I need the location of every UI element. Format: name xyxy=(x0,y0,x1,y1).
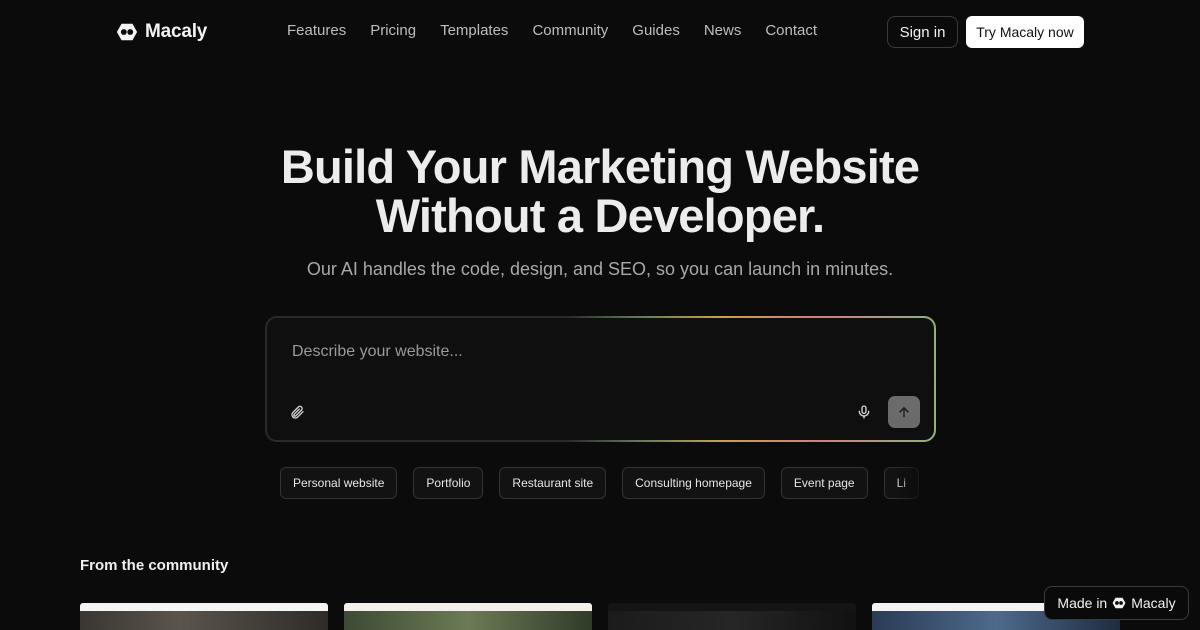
logo[interactable]: Macaly xyxy=(116,20,207,44)
chip-consulting-homepage[interactable]: Consulting homepage xyxy=(622,467,765,499)
suggestion-chips: Personal website Portfolio Restaurant si… xyxy=(280,467,928,499)
card-thumbnail-header xyxy=(80,603,328,611)
prompt-box xyxy=(265,316,936,442)
card-thumbnail-image xyxy=(608,611,856,630)
nav-link-guides[interactable]: Guides xyxy=(632,21,680,41)
chip-portfolio[interactable]: Portfolio xyxy=(413,467,484,499)
prompt-box-inner xyxy=(267,318,934,440)
chip-restaurant-site[interactable]: Restaurant site xyxy=(499,467,607,499)
chip-personal-website[interactable]: Personal website xyxy=(280,467,398,499)
chips-fade-overlay xyxy=(892,467,932,499)
community-card[interactable] xyxy=(344,603,592,630)
nav-link-contact[interactable]: Contact xyxy=(765,21,817,41)
community-card[interactable] xyxy=(608,603,856,630)
card-thumbnail-image xyxy=(344,611,592,630)
hero-title-line-1: Build Your Marketing Website xyxy=(280,140,920,193)
macaly-logo-icon xyxy=(116,23,138,41)
try-macaly-button[interactable]: Try Macaly now xyxy=(966,16,1084,48)
paperclip-icon xyxy=(291,405,304,419)
hero-subtitle: Our AI handles the code, design, and SEO… xyxy=(306,259,894,279)
microphone-button[interactable] xyxy=(854,402,874,422)
website-description-input[interactable] xyxy=(292,340,892,364)
hero-title-line-2: Without a Developer. xyxy=(375,189,825,242)
nav-link-community[interactable]: Community xyxy=(532,21,608,41)
nav-link-features[interactable]: Features xyxy=(287,21,346,41)
nav-link-pricing[interactable]: Pricing xyxy=(370,21,416,41)
page: Macaly Features Pricing Templates Commun… xyxy=(0,0,1200,630)
chip-event-page[interactable]: Event page xyxy=(780,467,868,499)
card-thumbnail-header xyxy=(608,603,856,611)
send-button[interactable] xyxy=(888,396,920,428)
badge-prefix: Made in xyxy=(1057,595,1108,611)
arrow-up-icon xyxy=(899,407,909,418)
logo-text: Macaly xyxy=(145,21,208,42)
community-cards xyxy=(80,603,1120,630)
community-card[interactable] xyxy=(80,603,328,630)
card-thumbnail-image xyxy=(80,611,328,630)
top-nav: Macaly Features Pricing Templates Commun… xyxy=(0,0,1200,64)
macaly-logo-icon xyxy=(1112,597,1126,609)
badge-brand: Macaly xyxy=(1131,595,1176,611)
card-thumbnail-header xyxy=(344,603,592,611)
nav-link-news[interactable]: News xyxy=(704,21,742,41)
nav-link-templates[interactable]: Templates xyxy=(440,21,508,41)
microphone-icon xyxy=(858,405,870,419)
sign-in-button[interactable]: Sign in xyxy=(887,16,958,48)
made-in-macaly-badge[interactable]: Made in Macaly xyxy=(1044,586,1189,620)
attach-button[interactable] xyxy=(287,402,307,422)
community-section-title: From the community xyxy=(80,557,229,574)
nav-links: Features Pricing Templates Community Gui… xyxy=(287,21,817,41)
hero-title: Build Your Marketing Website Without a D… xyxy=(150,142,1050,240)
